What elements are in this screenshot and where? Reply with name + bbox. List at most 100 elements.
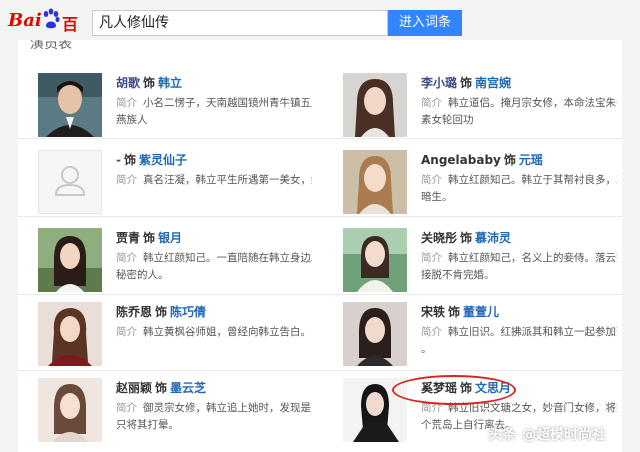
cast-line: 贾青饰银月 — [116, 230, 182, 246]
role-separator: 饰 — [503, 153, 516, 167]
enter-entry-button[interactable]: 进入词条 — [388, 10, 462, 36]
cast-item: 陈乔恩饰陈巧倩 简介 韩立黄枫谷师姐，曾经向韩立告白。 — [38, 302, 328, 380]
cast-item: 胡歌饰韩立 简介小名二愣子，天南越国镜州青牛镇五里沟人氏， 燕族人 — [38, 73, 328, 151]
intro-label: 简介 — [421, 97, 442, 109]
role-name[interactable]: 韩立 — [158, 76, 182, 90]
top-bar: Bai 百科 凡人修仙传 进入词条 — [0, 0, 640, 58]
role-name[interactable]: 银月 — [158, 231, 182, 245]
portrait-image — [38, 228, 102, 292]
highlight-circle — [392, 375, 516, 405]
role-name[interactable]: 墨云芝 — [170, 381, 206, 395]
role-name[interactable]: 董萱儿 — [463, 305, 499, 319]
portrait-image — [38, 302, 102, 366]
role-separator: 饰 — [143, 231, 156, 245]
desc-line-2: 暗生。 — [421, 191, 453, 203]
cast-item: 赵丽颖饰墨云芝 简介御灵宗女修，韩立追上她时，发现是多年前旧识 只将其打晕。 — [38, 378, 328, 452]
desc-line-2: 燕族人 — [116, 114, 148, 126]
cast-description: 简介韩立红颜知己。韩立于其帮衬良多，对韩立情素 暗生。 — [421, 172, 617, 206]
actor-name: Angelababy — [421, 153, 501, 167]
desc-line-1: 韩立红颜知己。一直陪随在韩立身边。知晓韩立 — [143, 252, 312, 264]
intro-label: 简介 — [116, 252, 137, 264]
intro-label: 简介 — [116, 174, 137, 186]
actor-name: 关晓彤 — [421, 231, 458, 245]
role-separator: 饰 — [460, 231, 473, 245]
role-name[interactable]: 南宫婉 — [475, 76, 511, 90]
actor-photo[interactable] — [38, 302, 102, 366]
desc-line-1: 韩立红颜知己。韩立于其帮衬良多，对韩立情素 — [448, 174, 617, 186]
intro-label: 简介 — [116, 402, 137, 414]
actor-name: 宋轶 — [421, 305, 446, 319]
desc-line-2: 接脱不肯完婚。 — [421, 269, 495, 281]
cast-item: 李小璐饰南宫婉 简介韩立道侣。掩月宗女修，本命法宝朱雀环，修炼 素女轮回功 — [343, 73, 622, 151]
watermark-brand: 头条 — [488, 427, 516, 443]
cast-panel: 演员表 胡歌饰韩立 简介小名二愣子，天南越国镜州青牛镇五里沟人氏， 燕族人 — [18, 40, 622, 452]
portrait-image — [343, 73, 407, 137]
desc-line-2: 。 — [421, 343, 432, 355]
actor-name: 赵丽颖 — [116, 381, 153, 395]
actor-name[interactable]: 胡歌 — [116, 76, 140, 90]
cast-description: 简介韩立红颜知己，名义上的妾侍。落云宗女修，直 接脱不肯完婚。 — [421, 250, 617, 284]
cast-description: 简介韩立旧识。红拂派其和韩立一起参加落霞夺宝大会 。 — [421, 324, 617, 358]
cast-description: 简介 韩立黄枫谷师姐，曾经向韩立告白。 — [116, 324, 312, 341]
actor-photo[interactable] — [343, 150, 407, 214]
desc-line-1: 御灵宗女修，韩立追上她时，发现是多年前旧识 — [143, 402, 312, 414]
cast-description: 简介韩立红颜知己。一直陪随在韩立身边。知晓韩立 秘密的人。 — [116, 250, 312, 284]
role-name[interactable]: 元瑶 — [519, 153, 543, 167]
actor-photo[interactable] — [343, 302, 407, 366]
desc-line-1: 韩立红颜知己，名义上的妾侍。落云宗女修，直 — [448, 252, 617, 264]
desc-line-2: 秘密的人。 — [116, 269, 169, 281]
baidu-baike-logo[interactable]: Bai 百科 — [8, 8, 90, 58]
watermark: 头条 @超模时尚社 — [488, 424, 606, 444]
desc-line-1: 真名汪凝，韩立平生所遇第一美女，红颜知己。 — [143, 174, 312, 186]
desc-line-1: 韩立旧识。红拂派其和韩立一起参加落霞夺宝大会 — [448, 326, 617, 338]
actor-name[interactable]: - — [116, 153, 121, 167]
role-separator: 饰 — [143, 76, 156, 90]
role-separator: 饰 — [155, 305, 168, 319]
role-separator: 饰 — [448, 305, 461, 319]
actor-photo[interactable] — [38, 150, 102, 214]
intro-label: 简介 — [421, 252, 442, 264]
actor-name: 陈乔恩 — [116, 305, 153, 319]
actor-photo[interactable] — [38, 228, 102, 292]
role-separator: 饰 — [460, 76, 473, 90]
role-separator: 饰 — [123, 153, 136, 167]
watermark-account: @超模时尚社 — [522, 427, 606, 443]
row-divider — [18, 216, 622, 217]
actor-photo[interactable] — [38, 73, 102, 137]
paw-icon — [43, 8, 60, 29]
portrait-image — [343, 302, 407, 366]
row-divider — [18, 294, 622, 295]
intro-label: 简介 — [421, 174, 442, 186]
search-input[interactable]: 凡人修仙传 — [92, 10, 388, 36]
cast-line: 陈乔恩饰陈巧倩 — [116, 304, 206, 320]
cast-description: 简介小名二愣子，天南越国镜州青牛镇五里沟人氏， 燕族人 — [116, 95, 312, 129]
actor-name[interactable]: 李小璐 — [421, 76, 457, 90]
cast-description: 简介韩立道侣。掩月宗女修，本命法宝朱雀环，修炼 素女轮回功 — [421, 95, 617, 129]
intro-label: 简介 — [421, 326, 442, 338]
role-name[interactable]: 紫灵仙子 — [139, 153, 187, 167]
cast-description: 简介御灵宗女修，韩立追上她时，发现是多年前旧识 只将其打晕。 — [116, 400, 312, 434]
cast-line: 赵丽颖饰墨云芝 — [116, 380, 206, 396]
intro-label: 简介 — [116, 97, 137, 109]
portrait-image — [38, 378, 102, 442]
desc-line-2: 素女轮回功 — [421, 114, 474, 126]
section-title: 演员表 — [30, 40, 72, 52]
cast-line: - 饰紫灵仙子 — [116, 152, 187, 168]
actor-photo[interactable] — [343, 228, 407, 292]
role-name[interactable]: 陈巧倩 — [170, 305, 206, 319]
cast-line: 李小璐饰南宫婉 — [421, 75, 511, 91]
cast-line: Angelababy 饰元瑶 — [421, 152, 543, 168]
desc-line-1: 韩立道侣。掩月宗女修，本命法宝朱雀环，修炼 — [448, 97, 617, 109]
desc-line-2: 只将其打晕。 — [116, 419, 179, 431]
portrait-image — [343, 228, 407, 292]
cast-line: 关晓彤饰慕沛灵 — [421, 230, 511, 246]
role-name[interactable]: 慕沛灵 — [475, 231, 511, 245]
row-divider — [18, 138, 622, 139]
portrait-image — [38, 73, 102, 137]
portrait-image — [343, 150, 407, 214]
cast-item: 宋轶饰董萱儿 简介韩立旧识。红拂派其和韩立一起参加落霞夺宝大会 。 — [343, 302, 622, 380]
actor-photo[interactable] — [343, 73, 407, 137]
actor-photo[interactable] — [38, 378, 102, 442]
cast-line: 宋轶饰董萱儿 — [421, 304, 499, 320]
row-divider — [18, 370, 622, 371]
